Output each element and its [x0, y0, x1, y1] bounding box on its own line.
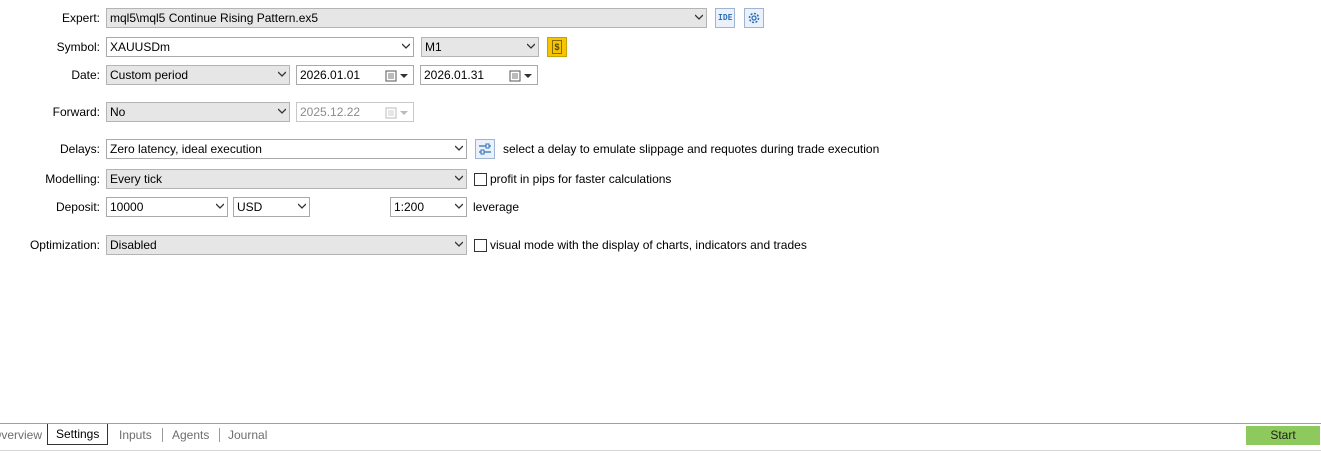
tab-settings[interactable]: Settings [47, 424, 109, 445]
tab-separator [219, 428, 220, 442]
symbol-value: XAUUSDm [110, 40, 171, 54]
delays-value: Zero latency, ideal execution [110, 142, 262, 156]
sliders-icon [478, 142, 492, 159]
chevron-down-icon [278, 108, 286, 115]
deposit-amount-select[interactable]: 10000 [106, 197, 228, 217]
forward-date-picker[interactable]: 2025.12.22 [296, 102, 414, 122]
chevron-down-icon [402, 43, 410, 50]
chevron-down-icon [298, 203, 306, 210]
visual-mode-checkbox[interactable] [474, 239, 487, 252]
date-from-picker[interactable]: 2026.01.01 [296, 65, 414, 85]
tab-separator [162, 428, 163, 442]
expert-label: Expert: [61, 11, 100, 25]
visual-mode-label: visual mode with the display of charts, … [490, 238, 807, 252]
delays-select[interactable]: Zero latency, ideal execution [106, 139, 467, 159]
modelling-select[interactable]: Every tick [106, 169, 467, 189]
dollar-icon: $ [552, 40, 562, 54]
profit-in-pips-label: profit in pips for faster calculations [490, 172, 672, 186]
symbol-properties-button[interactable]: $ [547, 37, 567, 57]
optimization-select[interactable]: Disabled [106, 235, 467, 255]
calendar-icon [385, 69, 409, 82]
chevron-down-icon [527, 43, 535, 50]
expert-select[interactable]: mql5\mql5 Continue Rising Pattern.ex5 [106, 8, 707, 28]
calendar-icon [509, 69, 533, 82]
chevron-down-icon [216, 203, 224, 210]
timeframe-select[interactable]: M1 [421, 37, 539, 57]
expert-value: mql5\mql5 Continue Rising Pattern.ex5 [110, 11, 319, 25]
date-to-value: 2026.01.31 [424, 68, 485, 82]
tab-agents[interactable]: Agents [172, 425, 209, 445]
currency-select[interactable]: USD [233, 197, 310, 217]
tab-journal[interactable]: Journal [228, 425, 267, 445]
chevron-down-icon [455, 241, 463, 248]
symbol-label: Symbol: [56, 40, 100, 54]
tab-inputs[interactable]: Inputs [119, 425, 152, 445]
date-to-picker[interactable]: 2026.01.31 [420, 65, 538, 85]
chevron-down-icon [455, 175, 463, 182]
leverage-label: leverage [473, 200, 520, 214]
forward-label: Forward: [52, 105, 100, 119]
gear-icon [747, 11, 761, 28]
forward-value: No [110, 105, 126, 119]
calendar-icon [385, 106, 409, 119]
profit-in-pips-checkbox[interactable] [474, 173, 487, 186]
symbol-select[interactable]: XAUUSDm [106, 37, 414, 57]
forward-date-value: 2025.12.22 [300, 105, 361, 119]
deposit-amount-value: 10000 [110, 200, 144, 214]
chevron-down-icon [278, 71, 286, 78]
leverage-select[interactable]: 1:200 [390, 197, 467, 217]
delays-label: Delays: [59, 142, 100, 156]
modelling-value: Every tick [110, 172, 163, 186]
ide-label: IDE [718, 13, 733, 22]
delays-hint: select a delay to emulate slippage and r… [503, 142, 880, 156]
period-select[interactable]: Custom period [106, 65, 290, 85]
currency-value: USD [237, 200, 263, 214]
optimization-value: Disabled [110, 238, 157, 252]
leverage-value: 1:200 [394, 200, 425, 214]
period-value: Custom period [110, 68, 189, 82]
delay-settings-button[interactable] [475, 139, 495, 159]
date-from-value: 2026.01.01 [300, 68, 361, 82]
tab-overview[interactable]: Overview [0, 425, 42, 445]
status-divider [0, 450, 1321, 451]
deposit-label: Deposit: [55, 200, 100, 214]
timeframe-value: M1 [425, 40, 442, 54]
chevron-down-icon [455, 145, 463, 152]
ide-button[interactable]: IDE [715, 8, 735, 28]
start-button[interactable]: Start [1246, 426, 1320, 445]
expert-settings-button[interactable] [744, 8, 764, 28]
optimization-label: Optimization: [29, 238, 100, 252]
forward-select[interactable]: No [106, 102, 290, 122]
chevron-down-icon [455, 203, 463, 210]
modelling-label: Modelling: [45, 172, 100, 186]
date-label: Date: [71, 68, 100, 82]
chevron-down-icon [695, 14, 703, 21]
